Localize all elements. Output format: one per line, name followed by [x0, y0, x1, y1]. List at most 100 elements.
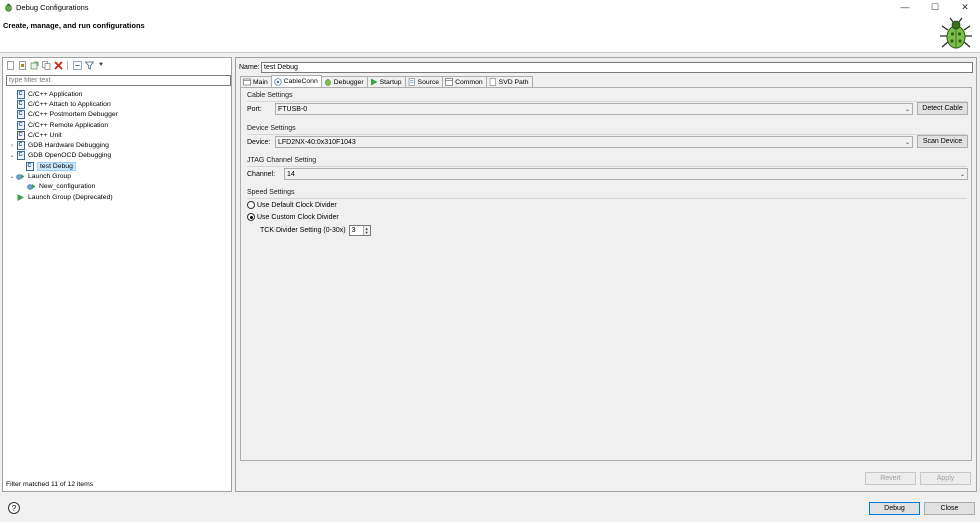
- device-value: LFD2NX-40:0x310F1043: [278, 138, 356, 146]
- tree-item[interactable]: ⌄ C GDB OpenOCD Debugging: [6, 151, 230, 161]
- tree-item-label: C/C++ Postmortem Debugger: [28, 111, 118, 119]
- tree-item[interactable]: Launch Group (Deprecated): [6, 192, 230, 202]
- channel-select[interactable]: 14 ⌄: [284, 168, 968, 180]
- apply-button[interactable]: Apply: [920, 472, 971, 485]
- c-app-icon: C: [16, 99, 25, 109]
- help-icon[interactable]: ?: [8, 502, 20, 514]
- new-prototype-icon[interactable]: [17, 60, 27, 70]
- c-app-icon: C: [16, 120, 25, 130]
- tab-label: Debugger: [333, 78, 364, 86]
- svd-tab-icon: [489, 78, 497, 86]
- radio-label: Use Custom Clock Divider: [257, 213, 339, 221]
- collapse-all-icon[interactable]: [72, 60, 82, 70]
- channel-value: 14: [287, 170, 295, 178]
- port-value: FTUSB-0: [278, 105, 308, 113]
- tab-label: CableConn: [283, 78, 318, 85]
- collapse-icon[interactable]: ⌄: [8, 152, 16, 160]
- device-settings-heading: Device Settings: [247, 125, 296, 132]
- tree-item-label: GDB OpenOCD Debugging: [28, 152, 112, 160]
- default-clock-divider-radio[interactable]: Use Default Clock Divider: [247, 201, 337, 209]
- tab-startup[interactable]: Startup: [366, 76, 406, 87]
- tree-item-label: C/C++ Attach to Application: [28, 100, 111, 108]
- tree-item-label: C/C++ Remote Application: [28, 121, 109, 129]
- jtag-channel-heading: JTAG Channel Setting: [247, 157, 317, 164]
- tck-divider-row: TCK Divider Setting (0-30x) 3 ▲ ▼: [260, 225, 371, 236]
- delete-icon[interactable]: [53, 60, 63, 70]
- tree-item[interactable]: C C/C++ Attach to Application: [6, 99, 230, 109]
- tab-debugger[interactable]: Debugger: [320, 76, 368, 87]
- custom-clock-divider-radio[interactable]: Use Custom Clock Divider: [247, 213, 339, 221]
- tree-item-label: Launch Group (Deprecated): [28, 193, 113, 201]
- collapse-icon[interactable]: ⌄: [8, 173, 16, 181]
- scan-device-button[interactable]: Scan Device: [917, 135, 968, 148]
- tree-item[interactable]: ⌄ Launch Group: [6, 171, 230, 181]
- tree-item[interactable]: C C/C++ Application: [6, 89, 230, 99]
- export-icon[interactable]: [29, 60, 39, 70]
- tab-svd-path[interactable]: SVD Path: [485, 76, 533, 87]
- channel-label: Channel:: [247, 171, 276, 178]
- c-app-icon: C: [16, 151, 25, 161]
- tree-item-label: GDB Hardware Debugging: [28, 142, 109, 150]
- configuration-editor-pane: Name: Main CableConn Debugger Startup So…: [235, 57, 977, 492]
- debug-button[interactable]: Debug: [869, 502, 920, 515]
- tab-common[interactable]: Common: [442, 76, 487, 87]
- name-label: Name:: [239, 64, 260, 71]
- tab-source[interactable]: Source: [404, 76, 444, 87]
- tree-item[interactable]: C C/C++ Postmortem Debugger: [6, 110, 230, 120]
- window-title: Debug Configurations: [16, 2, 89, 12]
- filter-icon[interactable]: [84, 60, 94, 70]
- chevron-down-icon: ⌄: [904, 140, 910, 146]
- configuration-list-pane: ▼ C C/C++ Application C C/C++ Attach to …: [2, 57, 232, 492]
- left-toolbar: ▼: [3, 58, 231, 72]
- cableconn-tab-content: Cable Settings Port: FTUSB-0 ⌄ Detect Ca…: [240, 87, 972, 461]
- c-app-icon: C: [16, 141, 25, 151]
- tab-main[interactable]: Main: [240, 76, 272, 87]
- tree-item-selected[interactable]: C test Debug: [6, 161, 230, 171]
- tree-item[interactable]: New_configuration: [6, 182, 230, 192]
- spinner-arrows-icon[interactable]: ▲ ▼: [362, 226, 370, 235]
- filter-input[interactable]: [6, 75, 231, 86]
- name-field[interactable]: [261, 62, 973, 73]
- name-row: Name:: [239, 62, 973, 73]
- tree-item[interactable]: C C/C++ Unit: [6, 130, 230, 140]
- tree-item[interactable]: C C/C++ Remote Application: [6, 120, 230, 130]
- minimize-button[interactable]: —: [890, 0, 920, 14]
- port-label: Port:: [247, 106, 262, 113]
- startup-tab-icon: [370, 78, 378, 86]
- tree-item[interactable]: › C GDB Hardware Debugging: [6, 140, 230, 151]
- tab-label: Common: [455, 78, 483, 86]
- title-bar: Debug Configurations — ☐ ✕: [0, 0, 980, 14]
- device-select[interactable]: LFD2NX-40:0x310F1043 ⌄: [275, 136, 913, 148]
- source-tab-icon: [408, 78, 416, 86]
- dialog-subtitle: Create, manage, and run configurations: [3, 21, 145, 30]
- maximize-button[interactable]: ☐: [920, 0, 950, 14]
- bug-icon: [938, 16, 974, 52]
- radio-button[interactable]: [247, 213, 255, 221]
- port-select[interactable]: FTUSB-0 ⌄: [275, 103, 913, 115]
- radio-label: Use Default Clock Divider: [257, 201, 337, 209]
- group-divider: [247, 134, 967, 135]
- new-configuration-icon[interactable]: [5, 60, 15, 70]
- tab-label: Main: [253, 78, 268, 86]
- tab-cableconn[interactable]: CableConn: [270, 75, 322, 87]
- close-window-button[interactable]: ✕: [950, 0, 980, 14]
- launch-group-icon: [16, 172, 25, 181]
- dialog-header: Create, manage, and run configurations: [0, 14, 980, 53]
- tab-bar: Main CableConn Debugger Startup Source C…: [240, 75, 533, 87]
- tree-item-label: test Debug: [37, 161, 76, 171]
- common-tab-icon: [445, 78, 453, 86]
- c-app-icon: C: [16, 110, 25, 120]
- expand-icon[interactable]: ›: [8, 142, 16, 150]
- c-unit-icon: C: [16, 130, 25, 140]
- close-button[interactable]: Close: [924, 502, 975, 515]
- tab-label: Startup: [379, 78, 402, 86]
- filter-status: Filter matched 11 of 12 items: [6, 481, 94, 488]
- revert-button[interactable]: Revert: [865, 472, 916, 485]
- tab-label: SVD Path: [498, 78, 529, 86]
- duplicate-icon[interactable]: [41, 60, 51, 70]
- main-tab-icon: [243, 78, 251, 86]
- detect-cable-button[interactable]: Detect Cable: [917, 102, 968, 115]
- radio-button[interactable]: [247, 201, 255, 209]
- view-menu-icon[interactable]: ▼: [96, 60, 106, 70]
- tck-divider-spinner[interactable]: 3 ▲ ▼: [348, 225, 371, 236]
